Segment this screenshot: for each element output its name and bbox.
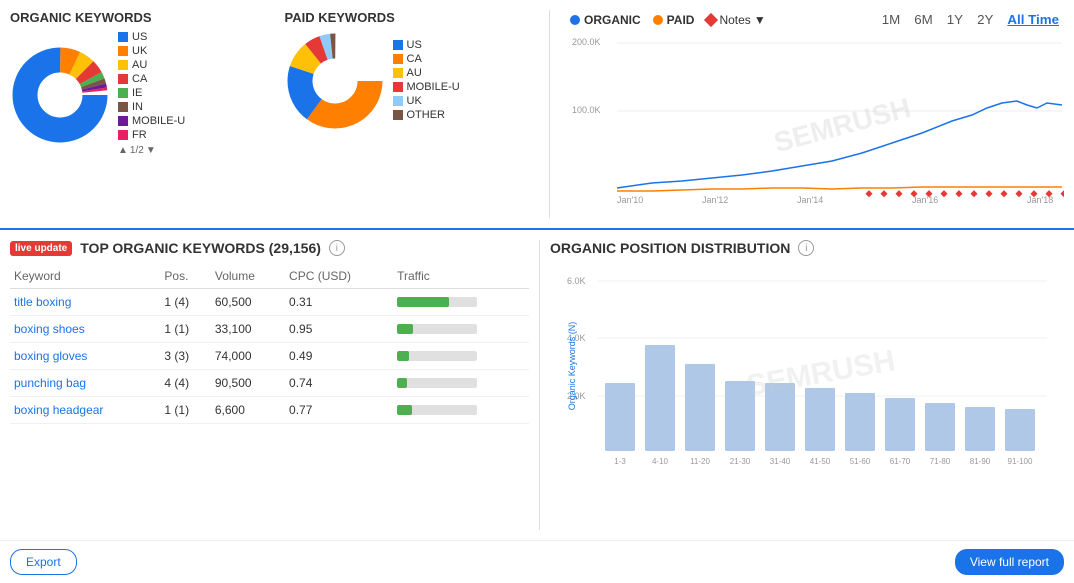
volume-cell: 60,500 — [211, 289, 285, 316]
keyword-link[interactable]: title boxing — [14, 295, 71, 309]
organic-legend-item: ORGANIC — [570, 13, 641, 27]
svg-text:71-80: 71-80 — [930, 457, 951, 466]
top-organic-title: TOP ORGANIC KEYWORDS (29,156) — [80, 240, 321, 256]
traffic-bar-bg — [397, 405, 477, 415]
svg-text:SEMRUSH: SEMRUSH — [771, 92, 914, 158]
svg-text:Jan'18: Jan'18 — [1027, 195, 1053, 203]
traffic-cell — [393, 289, 529, 316]
keyword-link[interactable]: boxing headgear — [14, 403, 103, 417]
volume-cell: 6,600 — [211, 397, 285, 424]
keyword-link[interactable]: punching bag — [14, 376, 86, 390]
pos-dist-title: ORGANIC POSITION DISTRIBUTION — [550, 240, 790, 256]
time-all[interactable]: All Time — [1002, 10, 1064, 29]
traffic-cell — [393, 397, 529, 424]
organic-donut-chart — [10, 45, 110, 145]
cpc-cell: 0.74 — [285, 370, 393, 397]
bar-chart: 6.0K 4.0K 2.0K Organic Keywords (N) — [550, 266, 1064, 486]
col-cpc: CPC (USD) — [285, 264, 393, 289]
col-volume: Volume — [211, 264, 285, 289]
cpc-cell: 0.31 — [285, 289, 393, 316]
col-pos: Pos. — [160, 264, 210, 289]
traffic-bar-fill — [397, 351, 409, 361]
position-dist-panel: ORGANIC POSITION DISTRIBUTION i 6.0K 4.0… — [550, 240, 1064, 530]
traffic-bar-fill — [397, 297, 449, 307]
live-badge: live update — [10, 241, 72, 256]
volume-cell: 33,100 — [211, 316, 285, 343]
traffic-bar-bg — [397, 351, 477, 361]
pos-cell: 1 (4) — [160, 289, 210, 316]
svg-text:Jan'14: Jan'14 — [797, 195, 823, 203]
traffic-bar-bg — [397, 297, 477, 307]
pos-cell: 1 (1) — [160, 316, 210, 343]
svg-text:200.0K: 200.0K — [572, 37, 601, 47]
trend-chart: 200.0K 100.0K SEMRUSH — [570, 33, 1064, 218]
info-icon-dist[interactable]: i — [798, 240, 814, 256]
svg-text:6.0K: 6.0K — [567, 276, 586, 286]
pos-cell: 1 (1) — [160, 397, 210, 424]
paid-keywords-title: PAID KEYWORDS — [285, 10, 540, 25]
traffic-bar-fill — [397, 378, 407, 388]
svg-text:1-3: 1-3 — [614, 457, 626, 466]
svg-text:4-10: 4-10 — [652, 457, 669, 466]
svg-text:41-50: 41-50 — [810, 457, 831, 466]
traffic-cell — [393, 343, 529, 370]
svg-text:61-70: 61-70 — [890, 457, 911, 466]
keyword-link[interactable]: boxing gloves — [14, 349, 87, 363]
col-keyword: Keyword — [10, 264, 160, 289]
time-1m[interactable]: 1M — [877, 10, 906, 29]
paid-donut-chart — [285, 31, 385, 131]
paid-legend-item: PAID — [653, 13, 695, 27]
keyword-link[interactable]: boxing shoes — [14, 322, 85, 336]
table-row: boxing shoes 1 (1) 33,100 0.95 — [10, 316, 529, 343]
svg-text:11-20: 11-20 — [690, 457, 710, 466]
volume-cell: 90,500 — [211, 370, 285, 397]
pos-cell: 3 (3) — [160, 343, 210, 370]
svg-text:100.0K: 100.0K — [572, 105, 601, 115]
organic-keywords-title: ORGANIC KEYWORDS — [10, 10, 265, 25]
traffic-bar-bg — [397, 378, 477, 388]
traffic-bar-fill — [397, 405, 411, 415]
svg-text:Jan'12: Jan'12 — [702, 195, 728, 203]
pagination-label: 1/2 — [130, 145, 144, 156]
col-traffic: Traffic — [393, 264, 529, 289]
organic-legend: US UK AU CA IE IN MOBILE-U FR ▲ 1/2 ▼ — [118, 31, 185, 158]
cpc-cell: 0.49 — [285, 343, 393, 370]
svg-text:Jan'10: Jan'10 — [617, 195, 643, 203]
volume-cell: 74,000 — [211, 343, 285, 370]
traffic-bar-fill — [397, 324, 413, 334]
info-icon-organic[interactable]: i — [329, 240, 345, 256]
organic-keywords-panel: live update TOP ORGANIC KEYWORDS (29,156… — [10, 240, 540, 530]
paid-dot — [653, 15, 663, 25]
traffic-bar-bg — [397, 324, 477, 334]
time-filter-group: 1M 6M 1Y 2Y All Time — [877, 10, 1064, 29]
cpc-cell: 0.95 — [285, 316, 393, 343]
time-6m[interactable]: 6M — [909, 10, 938, 29]
traffic-cell — [393, 370, 529, 397]
svg-text:31-40: 31-40 — [770, 457, 791, 466]
traffic-cell — [393, 316, 529, 343]
view-report-button[interactable]: View full report — [955, 549, 1064, 575]
svg-text:91-100: 91-100 — [1008, 457, 1033, 466]
bottom-actions: Export View full report — [0, 540, 1074, 583]
svg-text:Organic Keywords (N): Organic Keywords (N) — [567, 322, 577, 411]
table-row: boxing gloves 3 (3) 74,000 0.49 — [10, 343, 529, 370]
time-1y[interactable]: 1Y — [942, 10, 968, 29]
cpc-cell: 0.77 — [285, 397, 393, 424]
svg-text:51-60: 51-60 — [850, 457, 871, 466]
notes-icon — [704, 12, 718, 26]
time-2y[interactable]: 2Y — [972, 10, 998, 29]
organic-dot — [570, 15, 580, 25]
svg-text:Jan'16: Jan'16 — [912, 195, 938, 203]
keywords-table: Keyword Pos. Volume CPC (USD) Traffic ti… — [10, 264, 529, 424]
pos-cell: 4 (4) — [160, 370, 210, 397]
table-row: boxing headgear 1 (1) 6,600 0.77 — [10, 397, 529, 424]
export-button[interactable]: Export — [10, 549, 77, 575]
paid-legend: US CA AU MOBILE-U UK OTHER — [393, 39, 460, 123]
svg-text:21-30: 21-30 — [730, 457, 751, 466]
table-row: punching bag 4 (4) 90,500 0.74 — [10, 370, 529, 397]
notes-button[interactable]: Notes ▼ — [706, 13, 765, 27]
svg-text:81-90: 81-90 — [970, 457, 991, 466]
table-row: title boxing 1 (4) 60,500 0.31 — [10, 289, 529, 316]
